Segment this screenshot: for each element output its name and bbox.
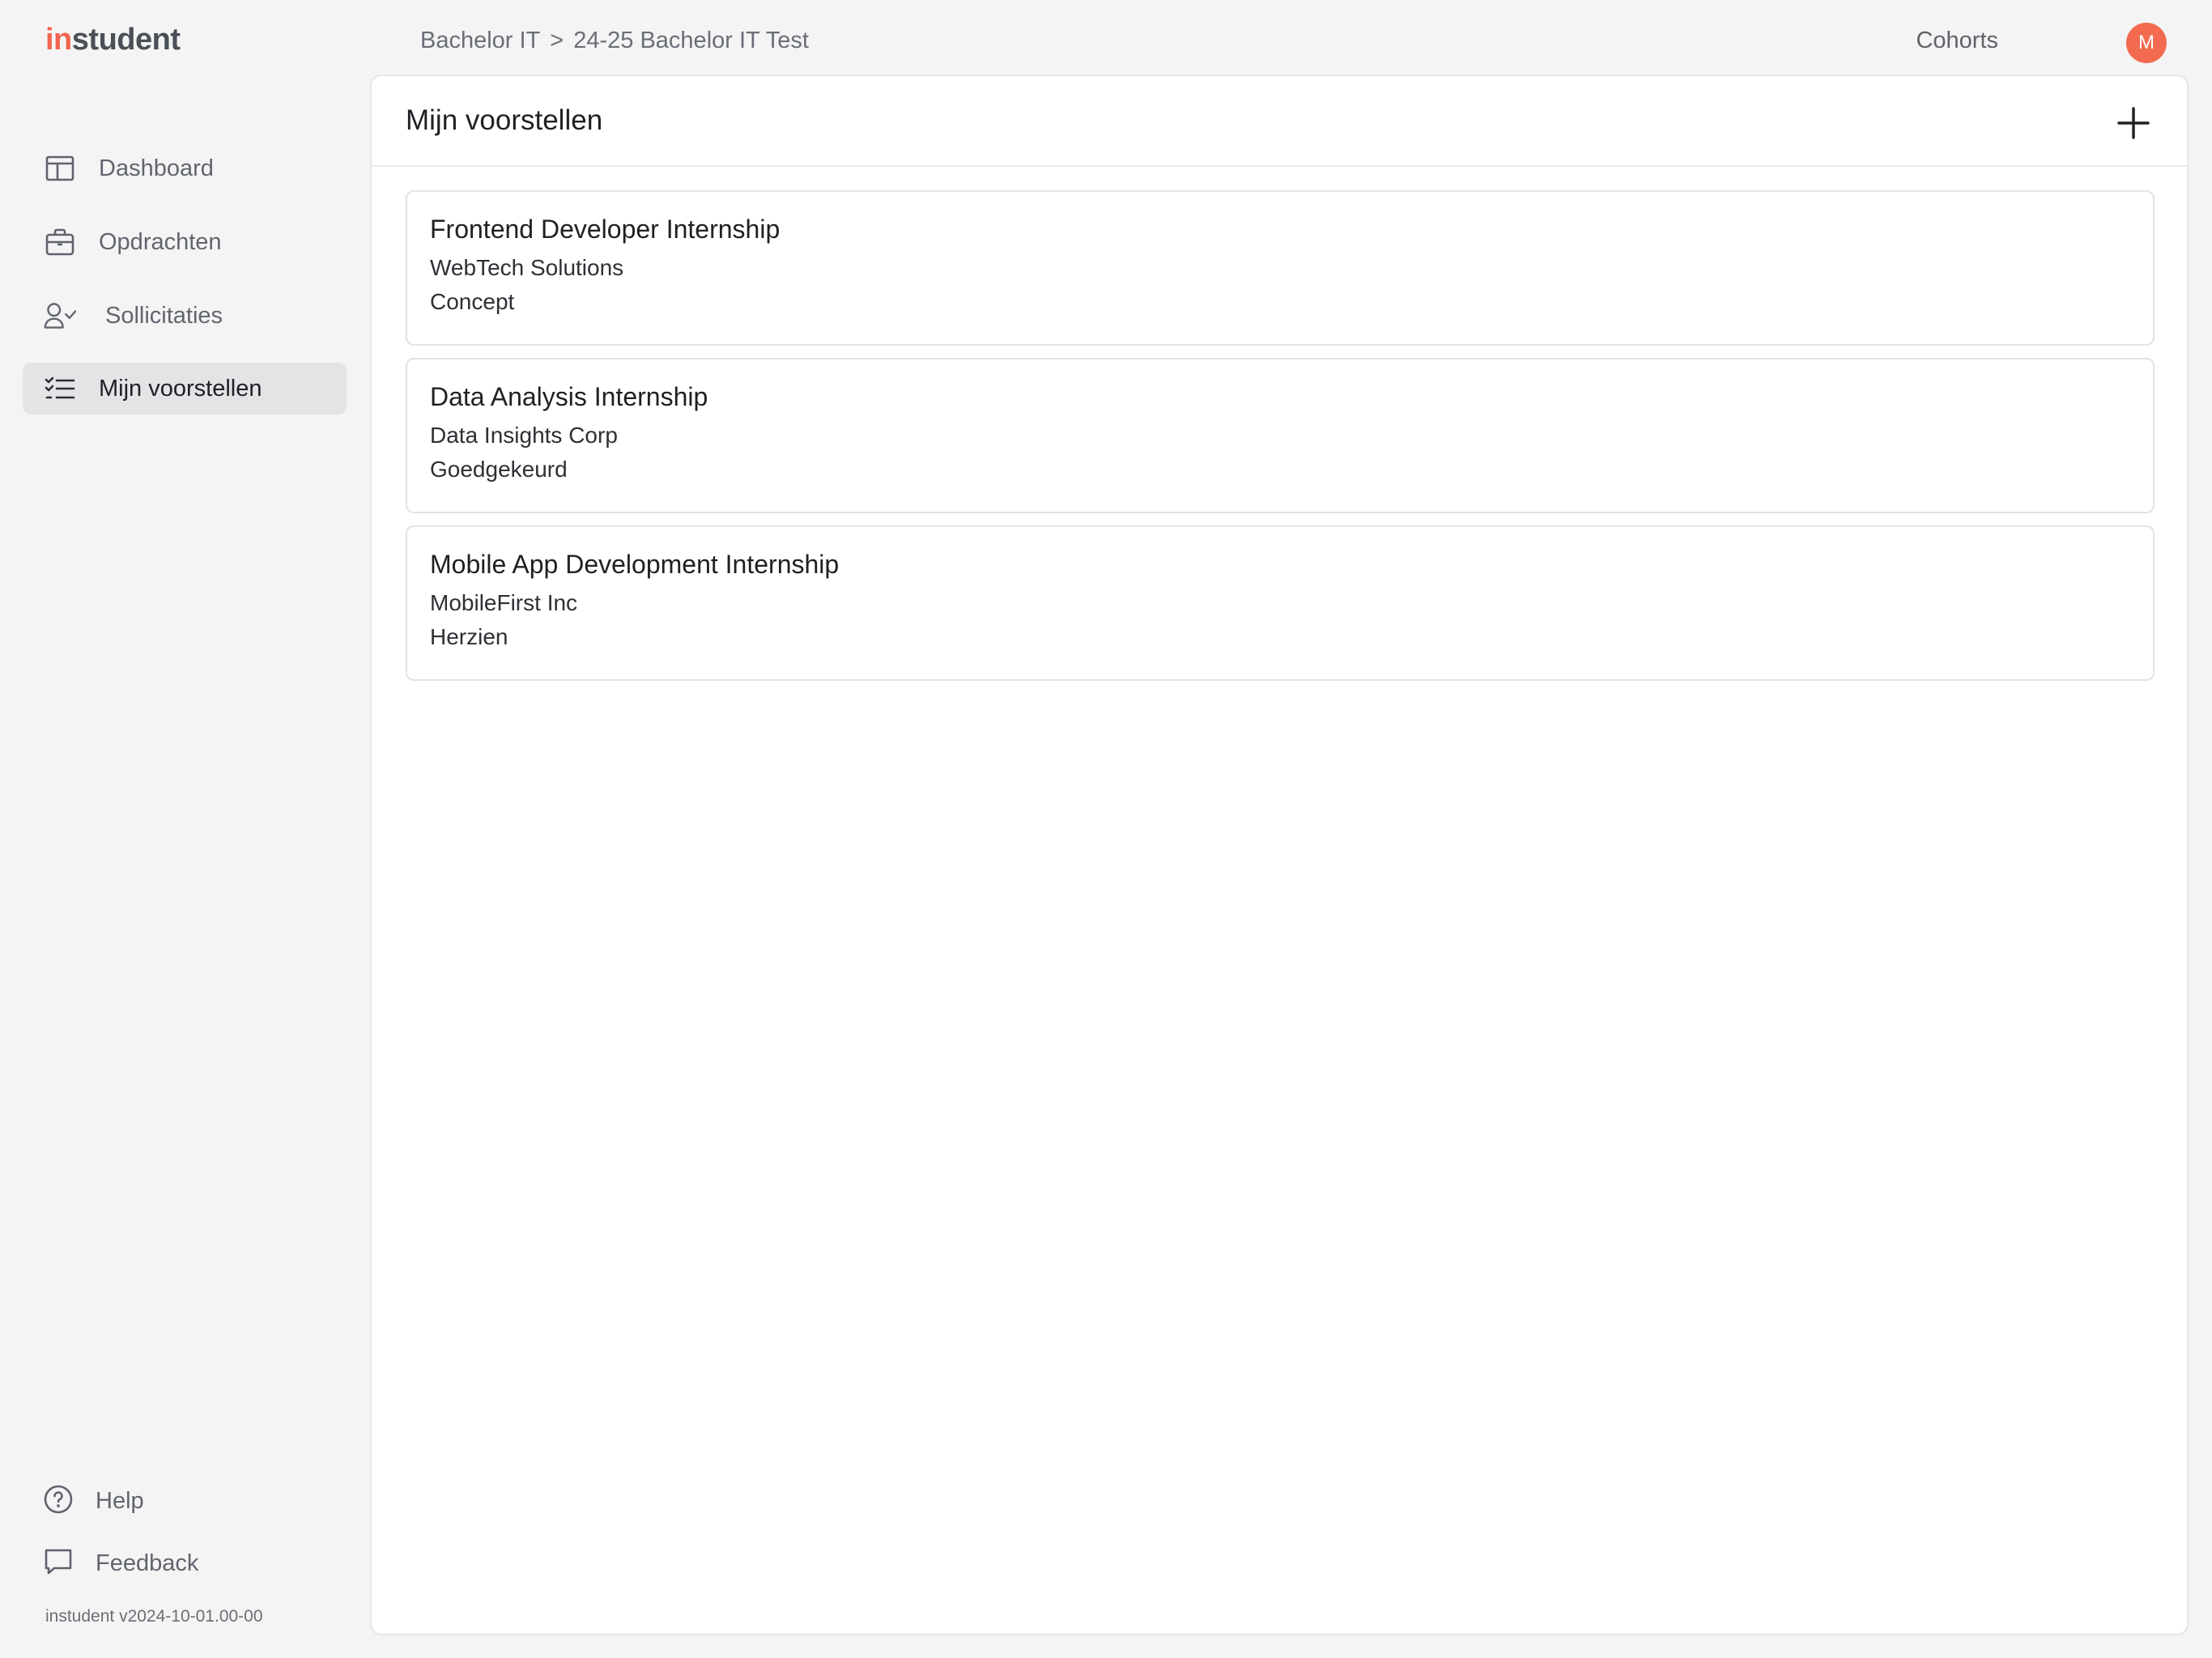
sidebar-item-sollicitaties[interactable]: Sollicitaties [23, 290, 347, 342]
version-label: instudent v2024-10-01.00-00 [45, 1607, 263, 1626]
help-circle-icon [44, 1485, 73, 1518]
top-bar: instudent Bachelor IT > 24-25 Bachelor I… [0, 0, 2212, 74]
breadcrumb-separator: > [550, 28, 564, 53]
user-check-icon [44, 300, 76, 332]
app-root: instudent Bachelor IT > 24-25 Bachelor I… [0, 0, 2212, 1658]
sidebar-item-label: Mijn voorstellen [99, 375, 262, 402]
sidebar: Dashboard Opdrachten Sollicitaties Mijn … [0, 74, 368, 1658]
plus-icon [2117, 107, 2150, 139]
logo-suffix: student [71, 23, 181, 57]
proposal-company: Data Insights Corp [430, 423, 618, 448]
proposal-title: Mobile App Development Internship [430, 550, 840, 579]
proposal-card[interactable]: Data Analysis Internship Data Insights C… [406, 358, 2155, 513]
list-checks-icon [44, 372, 76, 405]
page-title: Mijn voorstellen [406, 104, 603, 136]
sidebar-item-opdrachten[interactable]: Opdrachten [23, 216, 347, 268]
breadcrumb: Bachelor IT > 24-25 Bachelor IT Test [420, 28, 809, 54]
sidebar-item-label: Sollicitaties [105, 302, 223, 329]
sidebar-item-label: Help [96, 1487, 144, 1514]
briefcase-icon [44, 226, 76, 258]
proposal-status: Goedgekeurd [430, 457, 568, 482]
avatar[interactable]: M [2126, 23, 2167, 63]
main-panel: Mijn voorstellen Frontend Developer Inte… [370, 74, 2189, 1635]
proposal-status: Herzien [430, 624, 508, 649]
breadcrumb-cohort[interactable]: 24-25 Bachelor IT Test [573, 28, 809, 54]
add-proposal-button[interactable] [2111, 100, 2156, 146]
instudent-logo[interactable]: instudent [45, 23, 181, 57]
layout-icon [44, 152, 76, 185]
cohorts-link[interactable]: Cohorts [1916, 28, 1998, 54]
proposal-status: Concept [430, 289, 515, 314]
sidebar-item-label: Dashboard [99, 155, 214, 181]
sidebar-item-dashboard[interactable]: Dashboard [23, 142, 347, 194]
sidebar-item-label: Opdrachten [99, 228, 222, 255]
proposal-card[interactable]: Frontend Developer Internship WebTech So… [406, 190, 2155, 346]
sidebar-item-feedback[interactable]: Feedback [23, 1539, 347, 1588]
panel-header: Mijn voorstellen [372, 76, 2187, 167]
sidebar-item-label: Feedback [96, 1550, 199, 1576]
sidebar-item-help[interactable]: Help [23, 1477, 347, 1525]
proposal-card[interactable]: Mobile App Development Internship Mobile… [406, 525, 2155, 681]
proposal-title: Frontend Developer Internship [430, 215, 781, 244]
proposal-company: MobileFirst Inc [430, 590, 578, 615]
proposal-company: WebTech Solutions [430, 255, 624, 280]
breadcrumb-program[interactable]: Bachelor IT [420, 28, 540, 54]
sidebar-item-mijn-voorstellen[interactable]: Mijn voorstellen [23, 363, 347, 414]
message-square-icon [44, 1547, 73, 1580]
logo-prefix: in [45, 23, 72, 57]
proposal-title: Data Analysis Internship [430, 382, 708, 411]
